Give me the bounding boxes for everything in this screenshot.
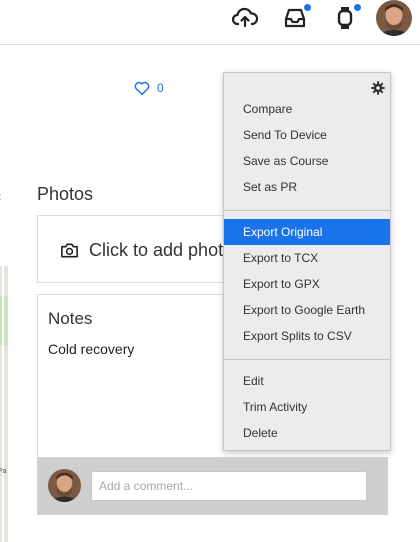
- heart-icon: [134, 81, 150, 96]
- add-photo-label: Click to add photo: [89, 240, 234, 260]
- menu-item-send-to-device[interactable]: Send To Device: [224, 122, 390, 148]
- menu-group-actions: Compare Send To Device Save as Course Se…: [224, 96, 390, 200]
- like-button[interactable]: 0: [133, 79, 164, 97]
- menu-divider: [224, 359, 390, 360]
- notes-heading: Notes: [48, 309, 93, 328]
- menu-item-export-google-earth[interactable]: Export to Google Earth: [224, 297, 390, 323]
- device-notification-dot: [354, 4, 361, 11]
- comment-input[interactable]: [91, 471, 367, 501]
- menu-item-save-as-course[interactable]: Save as Course: [224, 148, 390, 174]
- menu-divider: [224, 210, 390, 211]
- menu-item-edit[interactable]: Edit: [224, 368, 390, 394]
- top-header: [0, 0, 420, 45]
- menu-item-set-as-pr[interactable]: Set as PR: [224, 174, 390, 200]
- inbox-notification-dot: [304, 4, 311, 11]
- menu-item-export-original[interactable]: Export Original: [224, 219, 390, 245]
- watch-icon[interactable]: [331, 4, 361, 32]
- map-road: [2, 266, 4, 542]
- user-avatar[interactable]: [376, 0, 412, 36]
- camera-icon: [61, 243, 78, 258]
- menu-item-trim-activity[interactable]: Trim Activity: [224, 394, 390, 420]
- previous-arrow-icon[interactable]: ›: [0, 82, 4, 92]
- inbox-icon[interactable]: [281, 4, 311, 32]
- edge-mark-icon: ‹: [0, 188, 2, 204]
- menu-item-compare[interactable]: Compare: [224, 96, 390, 122]
- menu-group-export: Export Original Export to TCX Export to …: [224, 219, 390, 349]
- comment-bar: [37, 457, 388, 515]
- menu-item-export-tcx[interactable]: Export to TCX: [224, 245, 390, 271]
- activity-page: › ‹ Pa 0 Photos Click to add photo Notes…: [0, 0, 420, 542]
- commenter-avatar: [48, 469, 81, 502]
- menu-item-delete[interactable]: Delete: [224, 420, 390, 446]
- map-label: Pa: [0, 468, 7, 475]
- upload-cloud-icon[interactable]: [231, 4, 259, 32]
- menu-group-edit: Edit Trim Activity Delete: [224, 368, 390, 446]
- route-map[interactable]: Pa: [0, 266, 8, 542]
- like-count: 0: [157, 81, 164, 95]
- menu-item-export-gpx[interactable]: Export to GPX: [224, 271, 390, 297]
- activity-actions-menu: Compare Send To Device Save as Course Se…: [223, 72, 391, 451]
- menu-item-export-splits-csv[interactable]: Export Splits to CSV: [224, 323, 390, 349]
- add-photo-button[interactable]: Click to add photo: [60, 240, 233, 261]
- photos-heading: Photos: [37, 184, 94, 204]
- gear-icon[interactable]: [371, 81, 385, 95]
- notes-text[interactable]: Cold recovery: [48, 341, 134, 357]
